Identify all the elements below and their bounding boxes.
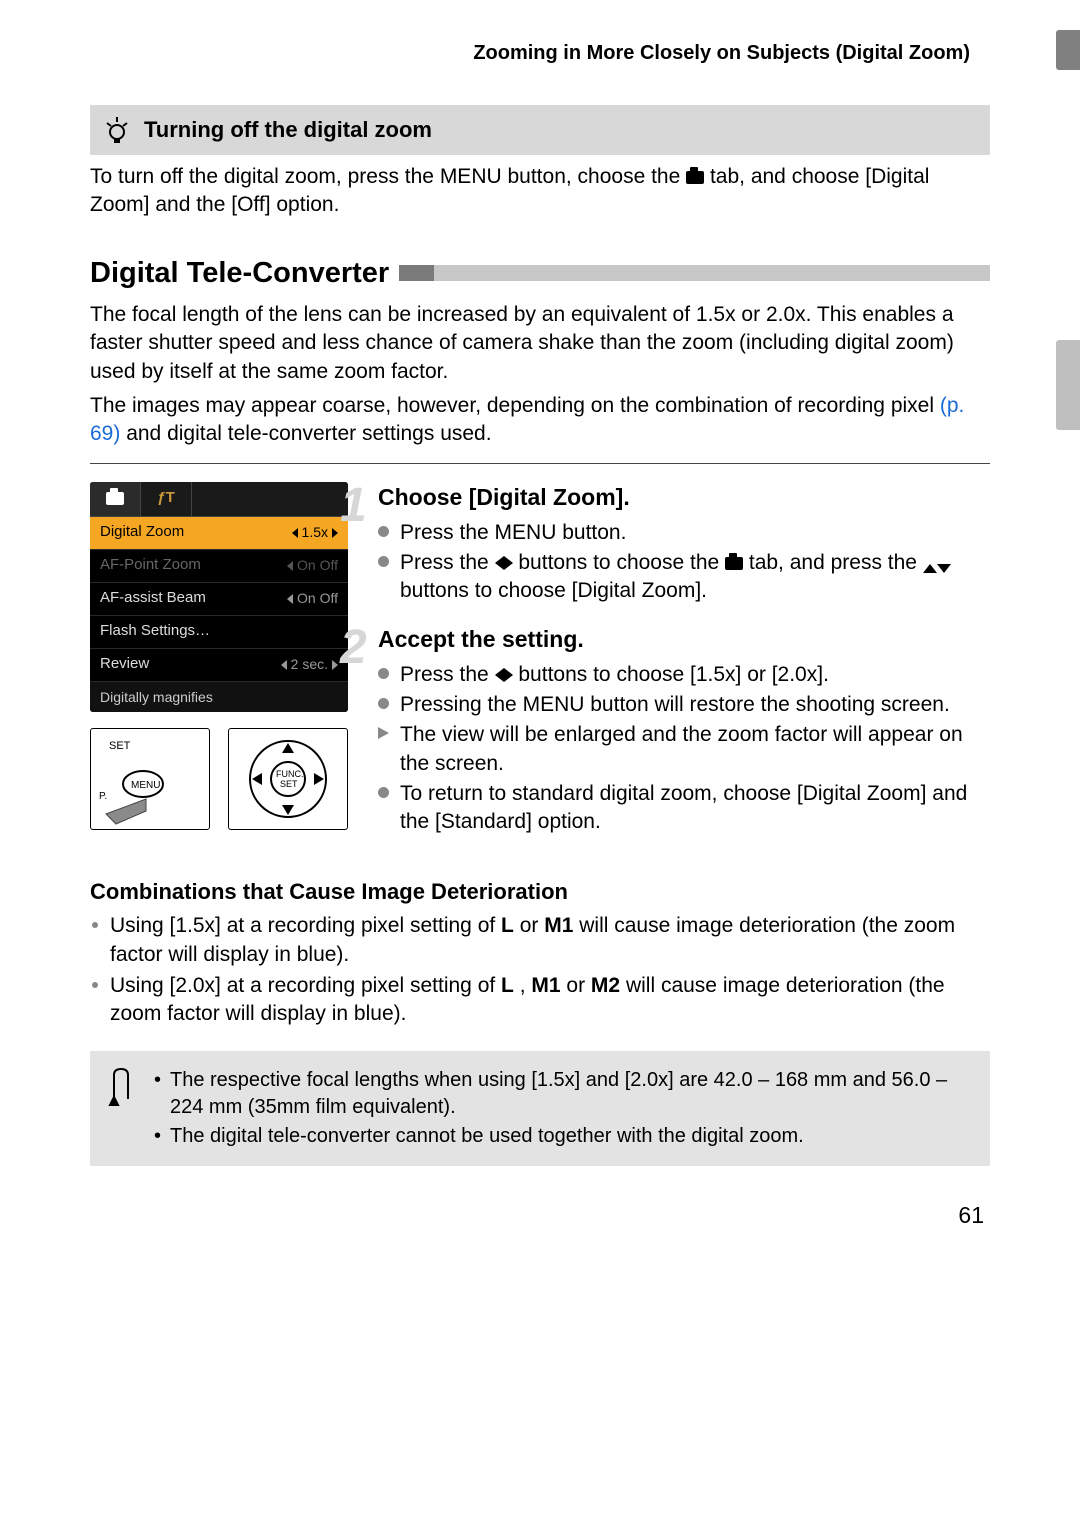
svg-text:SET: SET <box>280 779 298 789</box>
tip-box: Turning off the digital zoom <box>90 105 990 155</box>
step-item: Press the buttons to choose the tab, and… <box>378 549 990 606</box>
combo-list: Using [1.5x] at a recording pixel settin… <box>90 912 990 1028</box>
intro-para-1: The focal length of the lens can be incr… <box>90 301 990 386</box>
step-number: 1 <box>340 474 367 539</box>
menu-button-diagram: SET MENU P. <box>90 728 210 830</box>
two-column: ƒT Digital Zoom1.5xAF-Point ZoomOn OffAF… <box>90 482 990 855</box>
step-item: Pressing the MENU button will restore th… <box>378 691 990 719</box>
svg-text:P.: P. <box>99 791 107 802</box>
divider <box>90 463 990 464</box>
lcd-row: Review 2 sec. <box>90 649 348 682</box>
page-number: 61 <box>90 1200 990 1231</box>
step: 2Accept the setting.Press the buttons to… <box>378 624 990 837</box>
camera-icon <box>686 171 704 184</box>
lcd-value: 1.5x <box>292 523 338 542</box>
note-item: The respective focal lengths when using … <box>154 1067 974 1121</box>
step-list: Press the buttons to choose [1.5x] or [2… <box>378 661 990 837</box>
svg-text:FUNC.: FUNC. <box>276 769 304 779</box>
camera-icon <box>725 557 743 570</box>
tip-body: To turn off the digital zoom, press the … <box>90 163 990 220</box>
section-title: Digital Tele-Converter <box>90 254 389 293</box>
combo-item: Using [1.5x] at a recording pixel settin… <box>90 912 990 969</box>
step-item: To return to standard digital zoom, choo… <box>378 780 990 837</box>
menu-glyph: MENU <box>440 165 502 188</box>
lcd-label: AF-assist Beam <box>100 588 206 608</box>
menu-glyph: MENU <box>495 521 557 544</box>
lcd-row: AF-assist Beam On Off <box>90 583 348 616</box>
note-box: The respective focal lengths when using … <box>90 1051 990 1166</box>
right-column: 1Choose [Digital Zoom].Press the MENU bu… <box>378 482 990 855</box>
size-glyph: L <box>501 914 514 937</box>
page-header: Zooming in More Closely on Subjects (Dig… <box>90 40 990 67</box>
pencil-icon <box>106 1065 136 1152</box>
tools-icon: ƒT <box>157 488 175 508</box>
lcd-label: Flash Settings… <box>100 621 210 641</box>
intro-para-2: The images may appear coarse, however, d… <box>90 392 990 449</box>
control-wheel-diagram: FUNC. SET <box>228 728 348 830</box>
tip-title: Turning off the digital zoom <box>144 115 432 145</box>
lcd-label: AF-Point Zoom <box>100 555 201 575</box>
left-column: ƒT Digital Zoom1.5xAF-Point ZoomOn OffAF… <box>90 482 350 831</box>
section-header-row: Digital Tele-Converter <box>90 254 990 293</box>
left-right-icon <box>495 556 513 570</box>
menu-glyph: MENU <box>523 693 585 716</box>
note-item: The digital tele-converter cannot be use… <box>154 1123 974 1150</box>
svg-text:MENU: MENU <box>131 780 160 791</box>
camera-menu-screenshot: ƒT Digital Zoom1.5xAF-Point ZoomOn OffAF… <box>90 482 348 713</box>
edge-tab-light <box>1056 340 1080 430</box>
step-title: Accept the setting. <box>378 624 990 655</box>
step-title: Choose [Digital Zoom]. <box>378 482 990 513</box>
lcd-footer: Digitally magnifies <box>90 682 348 713</box>
step-item: The view will be enlarged and the zoom f… <box>378 721 990 778</box>
step: 1Choose [Digital Zoom].Press the MENU bu… <box>378 482 990 606</box>
step-item: Press the buttons to choose [1.5x] or [2… <box>378 661 990 689</box>
left-right-icon <box>495 668 513 682</box>
lcd-row: Digital Zoom 1.5x <box>90 517 348 550</box>
lcd-tab-tools: ƒT <box>141 482 192 516</box>
size-glyph: M2 <box>591 974 620 997</box>
camera-icon <box>106 492 124 505</box>
step-number: 2 <box>340 616 367 681</box>
step-item: Press the MENU button. <box>378 519 990 547</box>
manual-page: Zooming in More Closely on Subjects (Dig… <box>0 0 1080 1521</box>
edge-tab-dark <box>1056 30 1080 70</box>
control-diagrams: SET MENU P. FUNC. SET <box>90 728 350 830</box>
notes-list: The respective focal lengths when using … <box>154 1065 974 1152</box>
lcd-value: 2 sec. <box>281 655 338 674</box>
lcd-value: On Off <box>287 589 338 608</box>
size-glyph: L <box>501 974 514 997</box>
lcd-label: Digital Zoom <box>100 522 184 542</box>
up-down-icon <box>923 564 951 573</box>
svg-text:SET: SET <box>109 740 131 752</box>
size-glyph: M1 <box>544 914 573 937</box>
section-bar <box>399 265 990 281</box>
combo-heading: Combinations that Cause Image Deteriorat… <box>90 877 990 907</box>
lcd-row: AF-Point Zoom On Off <box>90 550 348 583</box>
lcd-tab-camera <box>90 482 141 516</box>
lcd-label: Review <box>100 654 149 674</box>
size-glyph: M1 <box>531 974 560 997</box>
lightbulb-icon <box>104 115 130 145</box>
lcd-value: On Off <box>287 556 338 575</box>
lcd-row: Flash Settings… <box>90 616 348 649</box>
step-list: Press the MENU button.Press the buttons … <box>378 519 990 606</box>
lcd-tabs: ƒT <box>90 482 348 517</box>
combo-item: Using [2.0x] at a recording pixel settin… <box>90 972 990 1029</box>
